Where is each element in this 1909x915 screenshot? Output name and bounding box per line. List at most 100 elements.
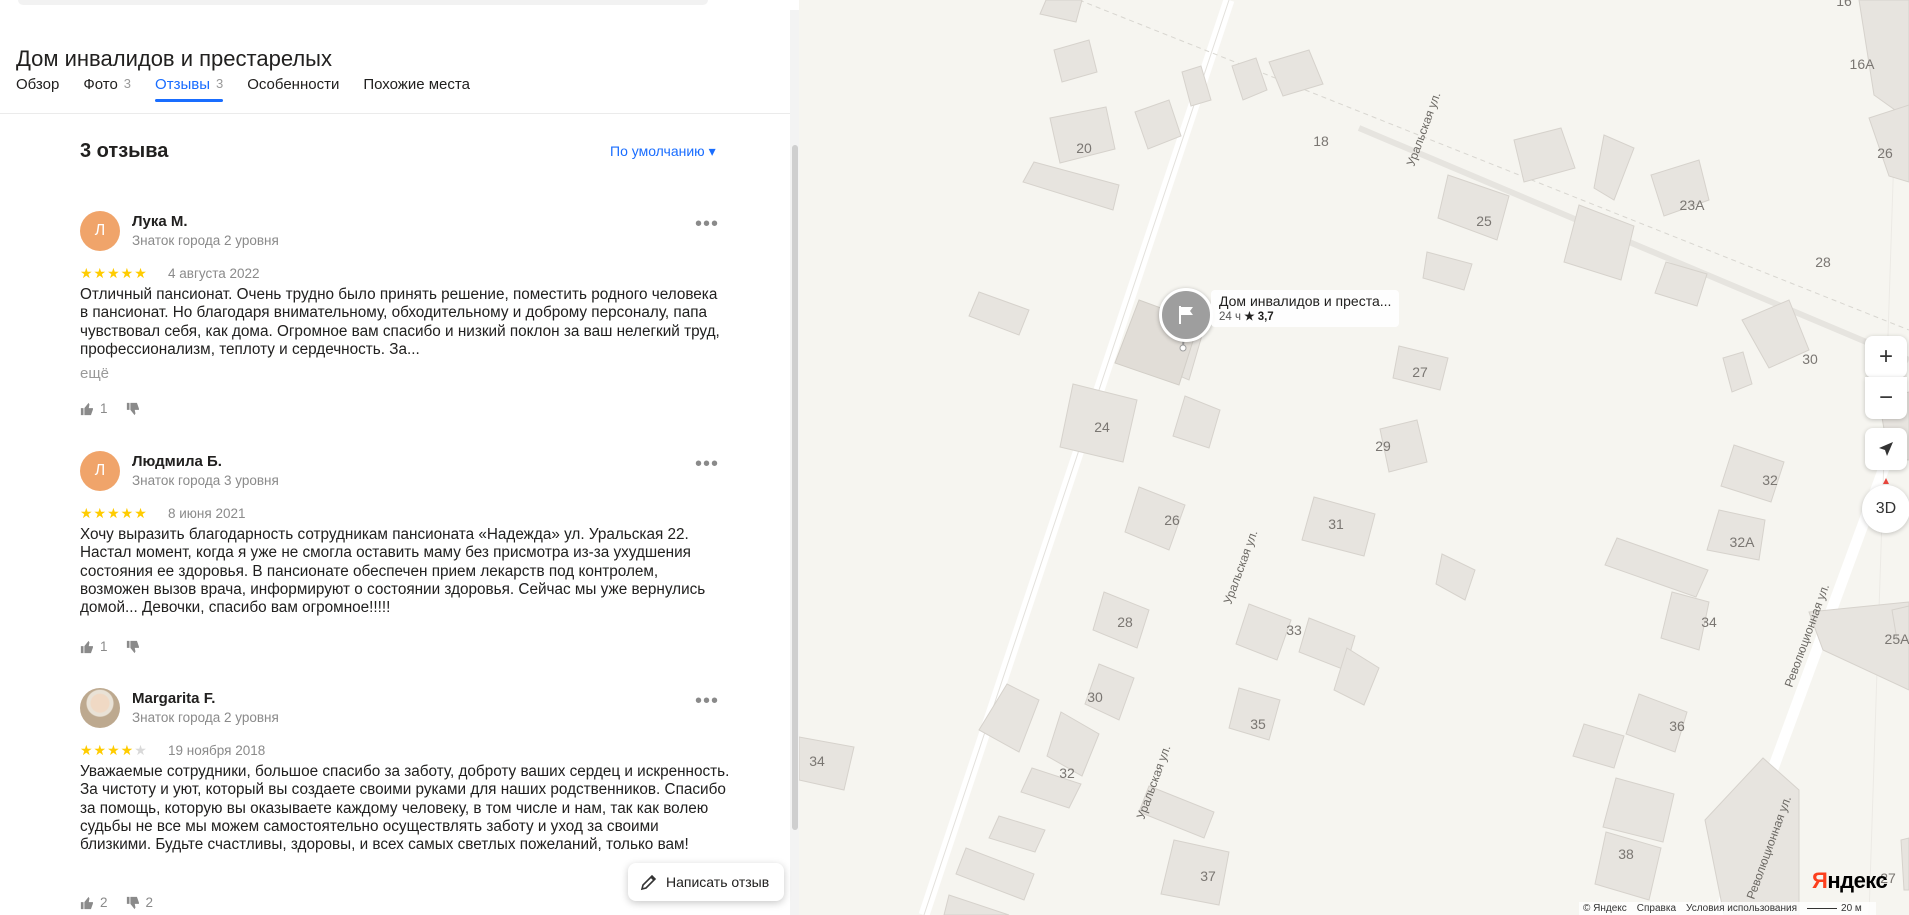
scale-bar xyxy=(1807,908,1838,909)
dislike-count: 2 xyxy=(145,895,154,910)
pencil-icon xyxy=(640,874,657,891)
geolocation-button[interactable] xyxy=(1865,428,1907,470)
reviews-heading: 3 отзыва xyxy=(80,140,169,162)
review-card: Л Лука М. Знаток города 2 уровня ••• ★★★… xyxy=(80,211,720,421)
street-label: Уральская ул. xyxy=(1221,528,1261,606)
review-card: Л Людмила Б. Знаток города 3 уровня ••• … xyxy=(80,451,720,654)
stars-filled: ★★★★ xyxy=(80,742,135,758)
review-date: 4 августа 2022 xyxy=(168,266,260,281)
house-number: 34 xyxy=(1701,614,1717,630)
review-date: 19 ноября 2018 xyxy=(168,743,266,758)
rating-stars: ★★★★★ xyxy=(80,505,148,522)
rating-stars: ★★★★★ xyxy=(80,265,148,282)
house-number: 23А xyxy=(1680,197,1706,213)
tab-reviews[interactable]: Отзывы 3 xyxy=(155,76,224,112)
tab-similar-places[interactable]: Похожие места xyxy=(363,76,470,112)
house-number: 26 xyxy=(1164,512,1180,528)
house-number: 29 xyxy=(1375,438,1391,454)
house-number: 34 xyxy=(809,753,825,769)
help-link[interactable]: Справка xyxy=(1637,903,1676,914)
poi-name: Дом инвалидов и преста... xyxy=(1219,293,1392,309)
write-review-button[interactable]: Написать отзыв xyxy=(628,863,784,901)
house-number: 35 xyxy=(1250,716,1266,732)
like-button[interactable]: 2 xyxy=(80,895,108,910)
yandex-logo: Яндекс xyxy=(1812,868,1888,894)
house-number: 33 xyxy=(1286,622,1302,638)
flag-icon xyxy=(1179,306,1193,324)
map-canvas[interactable]: Уральская ул. Уральская ул. Уральская ул… xyxy=(799,0,1909,915)
review-votes: 1 xyxy=(80,639,164,654)
3d-compass-button[interactable]: 3D xyxy=(1862,478,1909,533)
map-poi-label[interactable]: Дом инвалидов и преста... 24 ч ★ 3,7 xyxy=(1211,290,1400,327)
3d-label: 3D xyxy=(1875,500,1897,517)
house-number: 36 xyxy=(1669,718,1685,734)
tabs: Обзор Фото 3 Отзывы 3 Особенности Похожие … xyxy=(16,76,494,112)
house-number: 26 xyxy=(1877,145,1893,161)
thumbs-up-icon xyxy=(80,402,93,415)
house-number: 16 xyxy=(1836,0,1852,9)
read-more-link[interactable]: ещё xyxy=(80,365,109,382)
author-level: Знаток города 3 уровня xyxy=(132,473,279,488)
review-author[interactable]: Людмила Б. xyxy=(132,453,222,470)
avatar[interactable]: Л xyxy=(80,451,120,491)
stars-empty: ★ xyxy=(134,742,148,758)
map-footer: © Яндекс Справка Условия использования 2… xyxy=(1579,902,1876,915)
avatar[interactable]: Л xyxy=(80,211,120,251)
copyright: © Яндекс xyxy=(1583,903,1627,914)
like-button[interactable]: 1 xyxy=(80,639,108,654)
more-options-icon[interactable]: ••• xyxy=(695,691,719,711)
logo-text: ндекс xyxy=(1827,868,1888,893)
house-number: 24 xyxy=(1094,419,1110,435)
dislike-button[interactable] xyxy=(126,640,146,654)
like-button[interactable]: 1 xyxy=(80,401,108,416)
house-number: 38 xyxy=(1618,846,1634,862)
dislike-button[interactable] xyxy=(126,402,146,416)
house-number: 18 xyxy=(1313,133,1329,149)
thumbs-down-icon xyxy=(126,640,139,653)
write-review-label: Написать отзыв xyxy=(666,874,770,890)
tab-count: 3 xyxy=(123,76,132,91)
zoom-in-button[interactable]: + xyxy=(1865,336,1907,378)
logo-letter: Я xyxy=(1812,868,1828,893)
stars-filled: ★★★★★ xyxy=(80,265,148,281)
review-votes: 1 xyxy=(80,401,164,416)
tab-label: Особенности xyxy=(247,76,340,93)
tab-features[interactable]: Особенности xyxy=(247,76,339,112)
review-text: Хочу выразить благодарность сотрудникам … xyxy=(80,526,706,617)
zoom-out-button[interactable]: − xyxy=(1865,377,1907,419)
terms-link[interactable]: Условия использования xyxy=(1686,903,1797,914)
tab-label: Фото xyxy=(83,76,118,93)
house-number: 28 xyxy=(1117,614,1133,630)
panel-top-strip xyxy=(18,0,708,5)
tab-label: Похожие места xyxy=(363,76,470,93)
map[interactable]: Уральская ул. Уральская ул. Уральская ул… xyxy=(799,0,1909,915)
tabs-divider xyxy=(0,113,799,114)
dislike-button[interactable]: 2 xyxy=(126,895,154,910)
sort-dropdown[interactable]: По умолчанию ▾ xyxy=(610,143,716,160)
panel-scrollbar-thumb[interactable] xyxy=(792,145,798,830)
tab-overview[interactable]: Обзор xyxy=(16,76,59,112)
review-author[interactable]: Лука М. xyxy=(132,213,188,230)
north-indicator-icon xyxy=(1883,478,1889,484)
house-number: 30 xyxy=(1087,689,1103,705)
more-options-icon[interactable]: ••• xyxy=(695,454,719,474)
poi-rating: ★ 3,7 xyxy=(1244,311,1274,323)
house-number: 25А xyxy=(1885,631,1909,647)
house-number: 32 xyxy=(1762,472,1778,488)
map-poi-marker[interactable] xyxy=(1159,288,1213,342)
tab-photos[interactable]: Фото 3 xyxy=(83,76,131,112)
place-panel: Дом инвалидов и престарелых Обзор Фото 3 … xyxy=(0,0,799,915)
tab-count: 3 xyxy=(215,76,224,91)
review-author[interactable]: Margarita F. xyxy=(132,690,215,707)
scale-label: 20 м xyxy=(1841,903,1862,914)
house-number: 37 xyxy=(1200,868,1216,884)
like-count: 1 xyxy=(100,401,108,416)
review-date: 8 июня 2021 xyxy=(168,506,246,521)
thumbs-down-icon xyxy=(126,402,139,415)
review-card: Margarita F. Знаток города 2 уровня ••• … xyxy=(80,688,729,915)
stars-filled: ★★★★★ xyxy=(80,505,148,521)
more-options-icon[interactable]: ••• xyxy=(695,214,719,234)
house-number: 30 xyxy=(1802,351,1818,367)
avatar[interactable] xyxy=(80,688,120,728)
review-text: Отличный пансионат. Очень трудно было пр… xyxy=(80,286,720,358)
